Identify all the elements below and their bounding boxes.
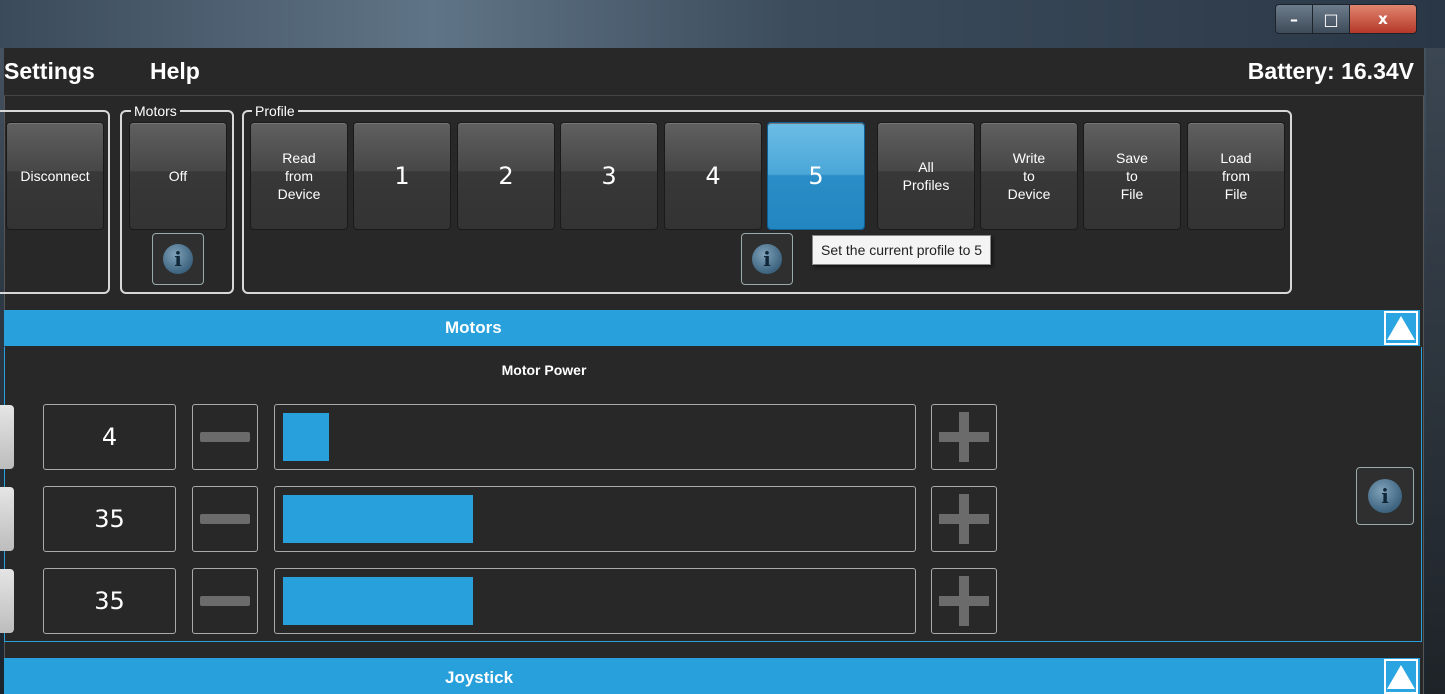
triangle-up-icon: [1387, 664, 1415, 689]
profile-5-button[interactable]: 5: [767, 122, 865, 230]
menu-settings[interactable]: Settings: [4, 58, 95, 85]
motor-power-value[interactable]: 35: [43, 568, 176, 634]
desktop-background: [1426, 48, 1445, 694]
disconnect-button[interactable]: Disconnect: [6, 122, 104, 230]
joystick-section-header[interactable]: [4, 658, 1420, 694]
triangle-up-icon: [1387, 316, 1415, 340]
minus-icon: [200, 596, 250, 606]
plus-icon: [939, 576, 989, 626]
maximize-icon: □: [1323, 9, 1339, 29]
plus-icon: [939, 412, 989, 462]
motor-power-heading: Motor Power: [501, 362, 587, 378]
power-fill: [283, 495, 473, 543]
save-to-file-button[interactable]: Save to File: [1083, 122, 1181, 230]
decrement-button[interactable]: [192, 404, 258, 470]
profile-2-button[interactable]: 2: [457, 122, 555, 230]
power-slider[interactable]: [274, 486, 916, 552]
profile-4-button[interactable]: 4: [664, 122, 762, 230]
joystick-collapse-button[interactable]: [1384, 659, 1418, 694]
motor-power-info-button[interactable]: i: [1356, 467, 1414, 525]
motors-section-title: Motors: [445, 318, 502, 337]
decrement-button[interactable]: [192, 486, 258, 552]
write-to-device-button[interactable]: Write to Device: [980, 122, 1078, 230]
plus-icon: [939, 494, 989, 544]
power-fill: [283, 413, 329, 461]
window-controls: – □ x: [1275, 4, 1417, 34]
power-slider[interactable]: [274, 568, 916, 634]
close-button[interactable]: x: [1350, 5, 1416, 33]
motor-power-value[interactable]: 35: [43, 486, 176, 552]
minimize-icon: –: [1290, 9, 1298, 29]
maximize-button[interactable]: □: [1313, 5, 1350, 33]
menu-help[interactable]: Help: [150, 58, 200, 85]
power-slider[interactable]: [274, 404, 916, 470]
profile-3-button[interactable]: 3: [560, 122, 658, 230]
battery-status: Battery: 16.34V: [1247, 58, 1414, 84]
motors-info-button[interactable]: i: [152, 233, 204, 285]
motor-power-value[interactable]: 4: [43, 404, 176, 470]
minus-icon: [200, 432, 250, 442]
motors-collapse-button[interactable]: [1384, 311, 1418, 345]
axis-selector[interactable]: [0, 405, 14, 469]
info-icon: i: [1368, 479, 1402, 513]
close-icon: x: [1378, 10, 1388, 28]
motors-section-header[interactable]: [4, 310, 1420, 346]
increment-button[interactable]: [931, 486, 997, 552]
all-profiles-button[interactable]: All Profiles: [877, 122, 975, 230]
info-icon: i: [752, 244, 782, 274]
increment-button[interactable]: [931, 404, 997, 470]
joystick-section-title: Joystick: [445, 668, 514, 687]
info-icon: i: [163, 244, 193, 274]
minus-icon: [200, 514, 250, 524]
read-from-device-button[interactable]: Read from Device: [250, 122, 348, 230]
increment-button[interactable]: [931, 568, 997, 634]
power-fill: [283, 577, 473, 625]
profile-group-label: Profile: [252, 103, 298, 119]
profile-info-button[interactable]: i: [741, 233, 793, 285]
load-from-file-button[interactable]: Load from File: [1187, 122, 1285, 230]
profile-1-button[interactable]: 1: [353, 122, 451, 230]
window-titlebar[interactable]: [0, 0, 1445, 48]
menu-bar: [4, 48, 1424, 96]
axis-selector[interactable]: [0, 487, 14, 551]
minimize-button[interactable]: –: [1276, 5, 1313, 33]
tooltip: Set the current profile to 5: [812, 235, 992, 265]
decrement-button[interactable]: [192, 568, 258, 634]
motors-toggle-button[interactable]: Off: [129, 122, 227, 230]
axis-selector[interactable]: [0, 569, 14, 633]
motors-group-label: Motors: [131, 103, 180, 119]
